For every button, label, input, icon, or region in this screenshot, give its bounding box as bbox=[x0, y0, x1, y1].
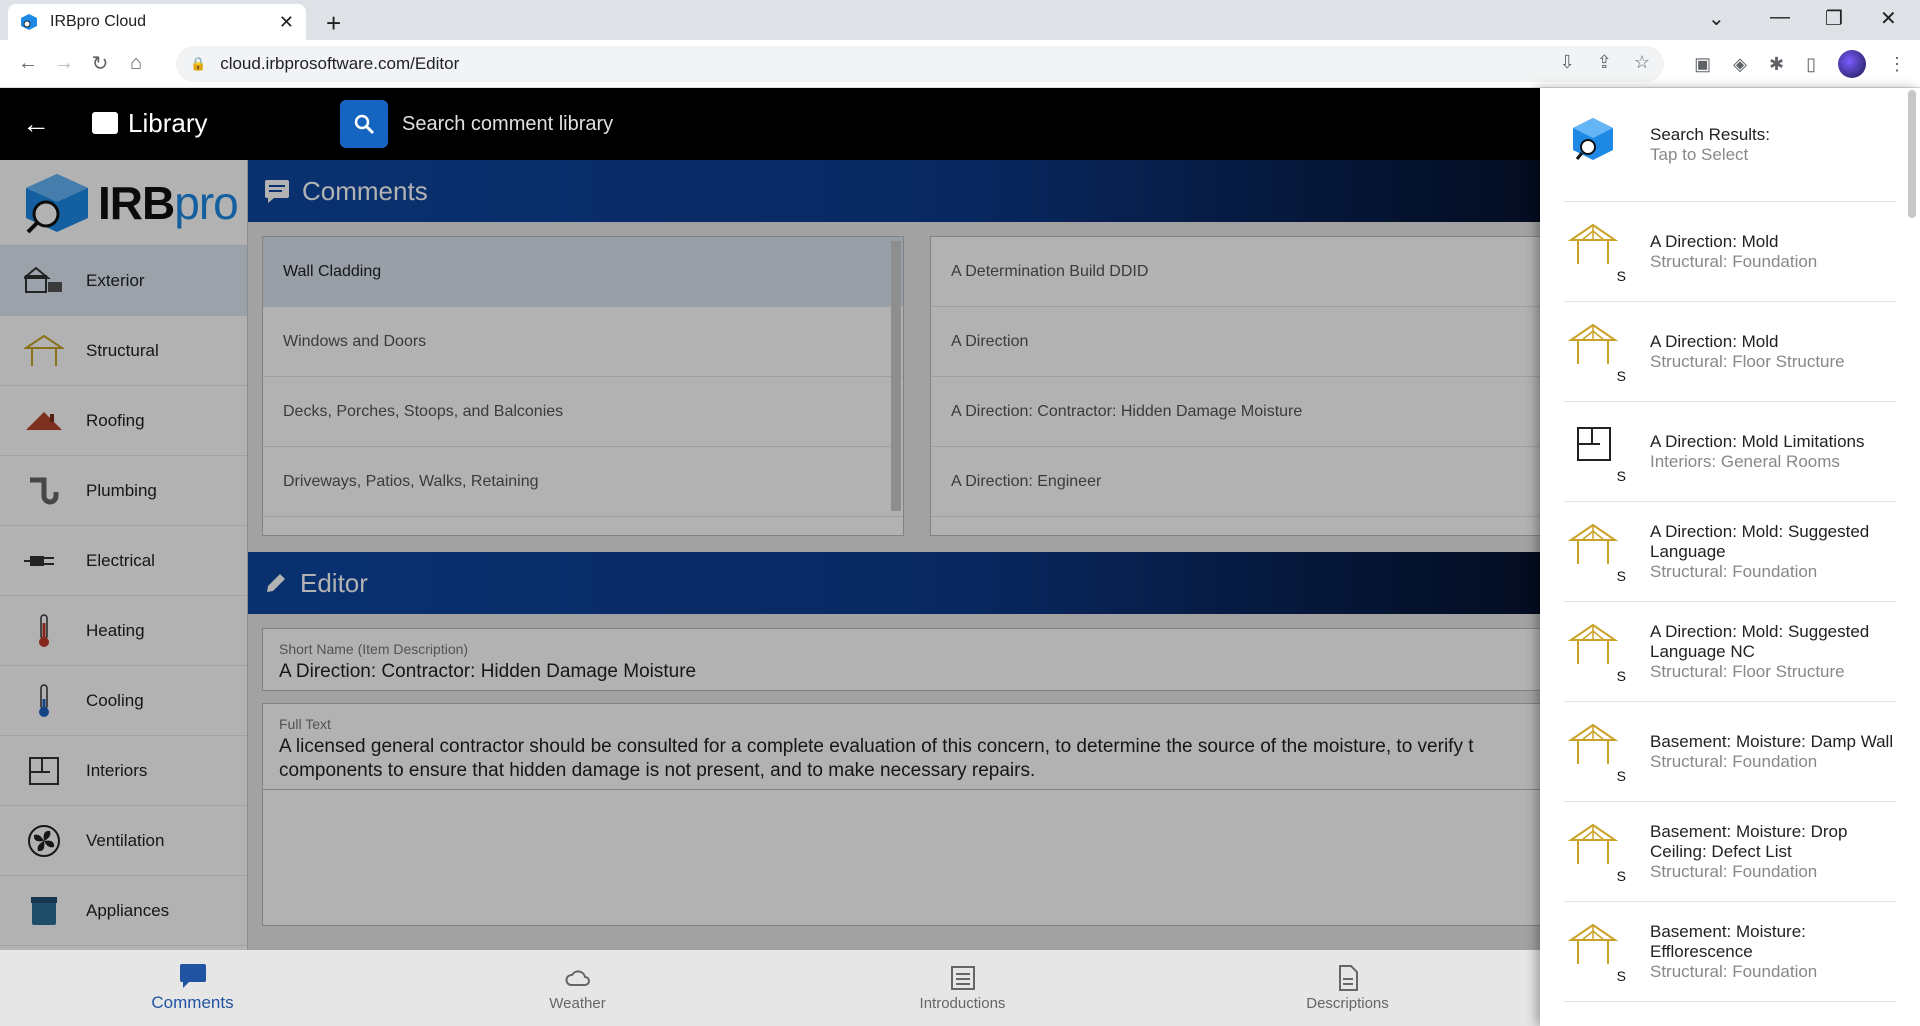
result-title: A Direction: Mold bbox=[1650, 231, 1779, 251]
roof-truss-icon: S bbox=[1567, 622, 1638, 684]
restore-icon[interactable]: ❐ bbox=[1825, 6, 1843, 31]
nav-weather[interactable]: Weather bbox=[385, 950, 770, 1026]
browser-tabbar: IRBpro Cloud ✕ + ⌄ — ❐ ✕ bbox=[0, 0, 1920, 40]
nav-descriptions-label: Descriptions bbox=[1306, 994, 1389, 1012]
extension-1-icon[interactable]: ▣ bbox=[1694, 54, 1711, 75]
list-icon bbox=[950, 965, 975, 990]
result-badge: S bbox=[1616, 967, 1626, 984]
extensions-puzzle-icon[interactable]: ✱ bbox=[1769, 54, 1784, 75]
result-title: Basement: Moisture: Damp Wall bbox=[1650, 731, 1894, 751]
menu-kebab-icon[interactable]: ⋮ bbox=[1888, 54, 1906, 75]
result-category: Structural: Foundation bbox=[1650, 961, 1818, 981]
result-badge: S bbox=[1616, 667, 1626, 684]
roof-truss-icon: S bbox=[1567, 722, 1638, 784]
result-badge: S bbox=[1616, 367, 1626, 384]
search-results-hint: Tap to Select bbox=[1650, 144, 1749, 164]
side-panel-icon[interactable]: ▯ bbox=[1806, 54, 1816, 75]
comment-library-icon bbox=[92, 112, 118, 134]
home-icon[interactable]: ⌂ bbox=[118, 52, 154, 75]
new-tab-icon[interactable]: + bbox=[326, 8, 341, 39]
result-badge: S bbox=[1616, 267, 1626, 284]
result-category: Structural: Foundation bbox=[1650, 251, 1818, 271]
result-category: Structural: Floor Structure bbox=[1650, 351, 1845, 371]
tab-title: IRBpro Cloud bbox=[50, 13, 147, 30]
floorplan-icon: S bbox=[1568, 422, 1638, 484]
result-category: Structural: Foundation bbox=[1650, 751, 1818, 771]
search-button[interactable] bbox=[340, 100, 388, 148]
extension-2-icon[interactable]: ◈ bbox=[1733, 54, 1747, 75]
reload-icon[interactable]: ↻ bbox=[82, 51, 118, 76]
search-result-item[interactable]: S Basement: Moisture: Drop Ceiling: Defec… bbox=[1564, 802, 1896, 902]
nav-introductions-label: Introductions bbox=[919, 994, 1006, 1012]
nav-comments-label: Comments bbox=[151, 993, 234, 1012]
result-title: A Direction: Mold bbox=[1650, 331, 1779, 351]
lock-icon[interactable]: 🔒 bbox=[190, 56, 206, 72]
search-result-item[interactable]: S A Direction: Mold Structural: Foundation bbox=[1564, 202, 1896, 302]
result-title: Basement: Moisture: Drop Ceiling: Defect… bbox=[1650, 821, 1848, 861]
search-result-item[interactable]: S A Direction: Mold: Suggested Language St… bbox=[1564, 502, 1896, 602]
share-icon[interactable]: ⇪ bbox=[1597, 52, 1612, 73]
back-icon[interactable]: ← bbox=[10, 52, 46, 75]
roof-truss-icon: S bbox=[1567, 522, 1638, 584]
nav-weather-label: Weather bbox=[549, 994, 606, 1012]
minimize-icon[interactable]: — bbox=[1770, 6, 1790, 29]
comment-nav-icon bbox=[179, 964, 206, 988]
install-app-icon[interactable]: ⇩ bbox=[1560, 52, 1575, 73]
result-badge: S bbox=[1616, 867, 1626, 884]
search-results-title: Search Results: bbox=[1650, 124, 1770, 144]
bookmark-star-icon[interactable]: ☆ bbox=[1634, 52, 1650, 73]
result-category: Structural: Floor Structure bbox=[1650, 661, 1845, 681]
close-tab-icon[interactable]: ✕ bbox=[279, 12, 294, 33]
search-result-item[interactable]: S A Direction: Mold Limitations Interiors:… bbox=[1564, 402, 1896, 502]
search-result-item[interactable]: S Basement: Moisture: Damp Wall Structural… bbox=[1564, 702, 1896, 802]
search-result-item[interactable]: S A Direction: Mold Structural: Floor Stru… bbox=[1564, 302, 1896, 402]
forward-icon[interactable]: → bbox=[46, 52, 82, 75]
close-window-icon[interactable]: ✕ bbox=[1880, 6, 1897, 31]
app-root: ← Library IRBpro ExteriorStructuralRoofi… bbox=[0, 88, 1920, 1026]
roof-truss-icon: S bbox=[1567, 322, 1638, 384]
result-title: A Direction: Mold Limitations bbox=[1650, 431, 1865, 451]
document-icon bbox=[1338, 964, 1358, 991]
search-input[interactable] bbox=[402, 106, 1002, 142]
irbpro-favicon-icon bbox=[21, 14, 37, 30]
result-category: Structural: Foundation bbox=[1650, 861, 1818, 881]
tab-search-icon[interactable]: ⌄ bbox=[1708, 6, 1725, 31]
roof-truss-icon: S bbox=[1567, 222, 1638, 284]
result-category: Structural: Foundation bbox=[1650, 561, 1818, 581]
cloud-icon bbox=[564, 969, 590, 986]
library-title: Library bbox=[128, 108, 208, 138]
search-results-drawer: Search Results: Tap to Select S A Directi… bbox=[1540, 88, 1920, 1026]
result-badge: S bbox=[1616, 567, 1626, 584]
nav-comments[interactable]: Comments bbox=[0, 950, 385, 1026]
result-badge: S bbox=[1616, 767, 1626, 784]
browser-toolbar: ← → ↻ ⌂ 🔒 cloud.irbprosoftware.com/Edito… bbox=[0, 40, 1920, 88]
nav-descriptions[interactable]: Descriptions bbox=[1155, 950, 1540, 1026]
search-result-item[interactable]: S A Direction: Mold: Suggested Language N… bbox=[1564, 602, 1896, 702]
profile-avatar[interactable] bbox=[1838, 50, 1866, 78]
nav-introductions[interactable]: Introductions bbox=[770, 950, 1155, 1026]
url-text[interactable]: cloud.irbprosoftware.com/Editor bbox=[220, 54, 459, 74]
result-category: Interiors: General Rooms bbox=[1650, 451, 1840, 471]
bottom-navigation: Comments Weather Introductions Descripti… bbox=[0, 950, 1540, 1026]
result-title: Basement: Moisture: Efflorescence bbox=[1650, 921, 1806, 961]
modal-scrim[interactable] bbox=[0, 160, 1540, 950]
address-bar[interactable]: 🔒 cloud.irbprosoftware.com/Editor ⇩ ⇪ ☆ bbox=[176, 46, 1664, 82]
result-title: A Direction: Mold: Suggested Language NC bbox=[1650, 621, 1870, 661]
drawer-scrollbar[interactable] bbox=[1908, 90, 1916, 218]
search-icon bbox=[354, 114, 375, 135]
roof-truss-icon: S bbox=[1567, 922, 1638, 984]
search-results-icon bbox=[1568, 115, 1638, 175]
roof-truss-icon: S bbox=[1567, 822, 1638, 884]
browser-tab[interactable]: IRBpro Cloud ✕ bbox=[8, 4, 306, 40]
result-badge: S bbox=[1616, 467, 1626, 484]
search-result-item[interactable]: S Basement: Moisture: Efflorescence Struct… bbox=[1564, 902, 1896, 1002]
back-arrow-icon[interactable]: ← bbox=[22, 108, 50, 140]
result-title: A Direction: Mold: Suggested Language bbox=[1650, 521, 1870, 561]
search-results-header: Search Results: Tap to Select bbox=[1564, 88, 1896, 202]
